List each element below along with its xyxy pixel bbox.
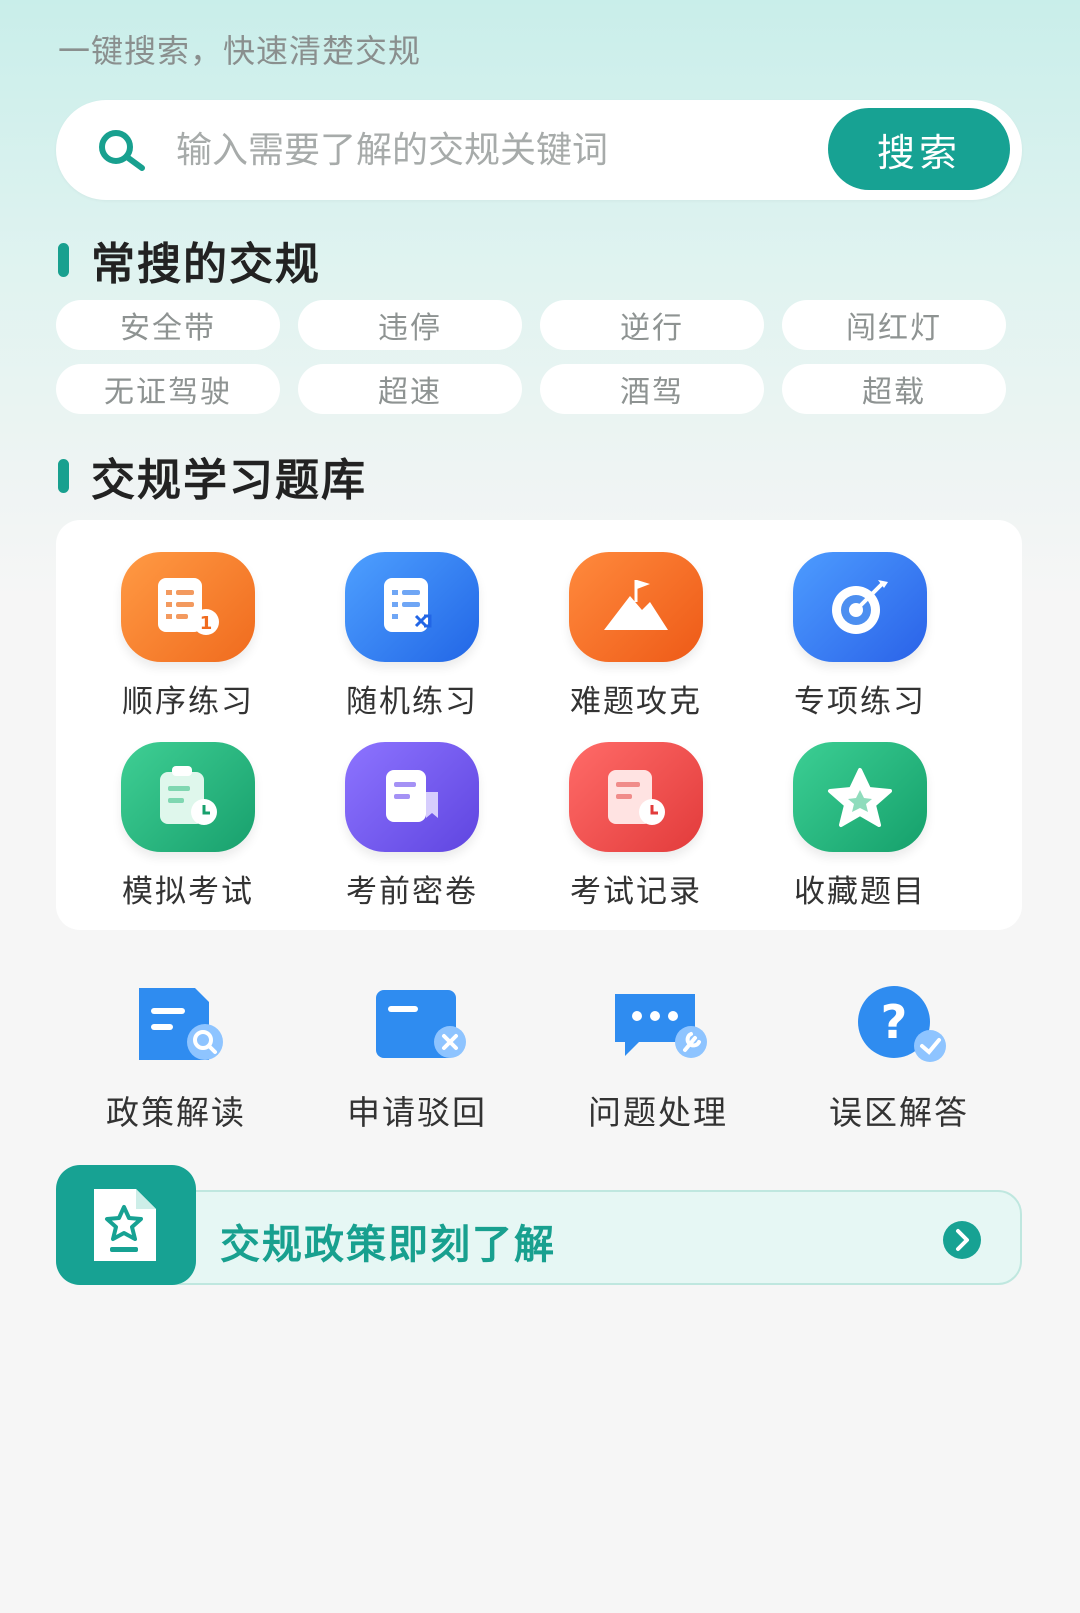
search-button[interactable]: 搜索 (828, 108, 1010, 190)
service-label: 申请驳回 (347, 1093, 487, 1132)
search-input[interactable] (176, 122, 856, 178)
chevron-right-icon[interactable] (942, 1220, 982, 1260)
window-close-icon (376, 990, 466, 1058)
tag-chip[interactable]: 逆行 (540, 300, 764, 350)
service-appeal-reject[interactable]: 申请驳回 (297, 980, 537, 1134)
star-icon (793, 742, 927, 852)
bank-item-label: 模拟考试 (122, 874, 254, 910)
title-accent-bar (58, 243, 69, 277)
service-issue-handling[interactable]: 问题处理 (538, 980, 778, 1134)
bank-title-text: 交规学习题库 (91, 455, 367, 506)
mountain-flag-icon (569, 552, 703, 662)
service-policy-interpretation[interactable]: 政策解读 (56, 980, 296, 1134)
scroll-bookmark-icon (345, 742, 479, 852)
bank-item-favorites[interactable]: 收藏题目 (745, 742, 975, 911)
bank-item-mock-exam[interactable]: 模拟考试 (73, 742, 303, 911)
bank-item-special[interactable]: 专项练习 (745, 552, 975, 721)
random-practice-icon (345, 552, 479, 662)
bank-item-label: 随机练习 (346, 684, 478, 720)
popular-tags: 安全带 违停 逆行 闯红灯 无证驾驶 超速 酒驾 超载 (56, 300, 1006, 414)
svg-text:?: ? (881, 995, 908, 1049)
tag-chip[interactable]: 闯红灯 (782, 300, 1006, 350)
popular-title-text: 常搜的交规 (91, 239, 321, 290)
tag-chip[interactable]: 超载 (782, 364, 1006, 414)
chat-wrench-icon (615, 994, 707, 1058)
tag-chip[interactable]: 酒驾 (540, 364, 764, 414)
bank-item-label: 考试记录 (570, 874, 702, 910)
record-clock-icon (569, 742, 703, 852)
bank-item-label: 收藏题目 (794, 874, 926, 910)
bank-item-difficult[interactable]: 难题攻克 (521, 552, 751, 721)
sequence-practice-icon: 1 (121, 552, 255, 662)
star-document-icon (56, 1165, 196, 1285)
policy-banner[interactable]: 交规政策即刻了解 (56, 1165, 1022, 1285)
banner-text: 交规政策即刻了解 (220, 1222, 556, 1268)
bank-item-label: 顺序练习 (122, 684, 254, 720)
bank-item-secret-paper[interactable]: 考前密卷 (297, 742, 527, 911)
bank-item-label: 专项练习 (794, 684, 926, 720)
bank-section-title: 交规学习题库 (58, 444, 367, 508)
bank-item-label: 难题攻克 (570, 684, 702, 720)
tag-chip[interactable]: 违停 (298, 300, 522, 350)
search-icon (99, 130, 145, 171)
document-search-icon (139, 988, 223, 1060)
search-bar[interactable]: 搜索 (56, 100, 1022, 200)
service-label: 误区解答 (829, 1093, 969, 1132)
tag-chip[interactable]: 安全带 (56, 300, 280, 350)
title-accent-bar (58, 459, 69, 493)
service-label: 政策解读 (106, 1093, 246, 1132)
popular-section-title: 常搜的交规 (58, 228, 321, 292)
question-bank-card: 1 顺序练习 随机练习 难题攻克 专项练习 模拟考试 考前密卷 考试记录 收藏题… (56, 520, 1022, 930)
clipboard-clock-icon (121, 742, 255, 852)
service-label: 问题处理 (588, 1093, 728, 1132)
page-subtitle: 一键搜索，快速清楚交规 (58, 32, 422, 70)
svg-text:1: 1 (200, 613, 213, 634)
service-misconception-answer[interactable]: ? 误区解答 (779, 980, 1019, 1134)
target-icon (793, 552, 927, 662)
bank-item-label: 考前密卷 (346, 874, 478, 910)
tag-chip[interactable]: 无证驾驶 (56, 364, 280, 414)
tag-chip[interactable]: 超速 (298, 364, 522, 414)
bank-item-exam-record[interactable]: 考试记录 (521, 742, 751, 911)
question-check-icon: ? (858, 986, 946, 1062)
bank-item-sequence[interactable]: 1 顺序练习 (73, 552, 303, 721)
bank-item-random[interactable]: 随机练习 (297, 552, 527, 721)
